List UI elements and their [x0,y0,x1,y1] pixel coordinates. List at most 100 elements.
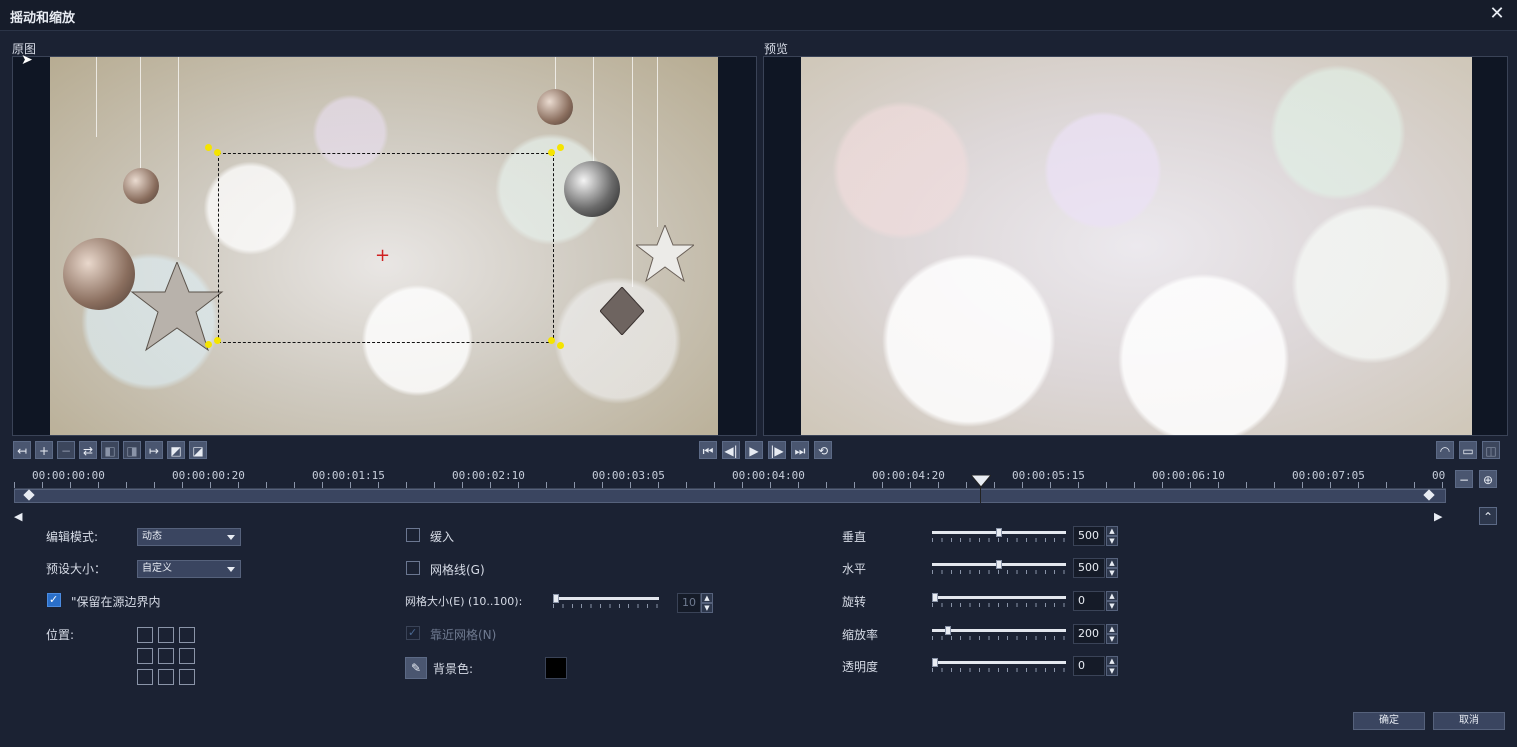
position-bottom-left[interactable] [137,669,153,685]
diamond-ornament [600,287,644,335]
gridlines-checkbox[interactable] [406,561,420,575]
timeline-tick-label: 00:00:06:10 [1152,469,1225,482]
frame-handle[interactable] [214,149,221,156]
eyedropper-icon[interactable]: ✎ [405,657,427,679]
previous-frame-icon[interactable]: ◀| [722,441,740,459]
attribute-slider[interactable] [932,593,1066,607]
paste-attributes-icon[interactable]: ◪ [189,441,207,459]
slider-value-spinner[interactable]: ▲ ▼ [1106,624,1118,644]
slider-thumb[interactable] [996,528,1002,537]
ruler-ticks [14,482,1446,488]
slider-thumb[interactable] [932,658,938,667]
attribute-slider[interactable] [932,626,1066,640]
attribute-slider[interactable] [932,560,1066,574]
window-title: 摇动和缩放 [10,11,76,26]
frame-handle[interactable] [214,337,221,344]
frame-handle[interactable] [548,337,555,344]
slider-thumb[interactable] [945,626,951,635]
position-center[interactable] [158,648,174,664]
slider-value-input[interactable]: 500 [1073,558,1105,578]
collapse-panel-icon[interactable]: ⌃ [1479,507,1497,525]
position-top-center[interactable] [158,627,174,643]
spin-down-icon[interactable]: ▼ [1106,568,1118,578]
spin-down-icon[interactable]: ▼ [1106,601,1118,611]
spin-up-icon[interactable]: ▲ [1106,656,1118,666]
slider-value-spinner[interactable]: ▲ ▼ [1106,656,1118,676]
position-bottom-center[interactable] [158,669,174,685]
ok-button[interactable]: 确定 [1353,712,1425,730]
move-keyframe-left-icon[interactable]: ◧ [101,441,119,459]
frame-handle[interactable] [205,144,212,151]
spin-up-icon[interactable]: ▲ [701,593,713,603]
position-top-left[interactable] [137,627,153,643]
spin-down-icon[interactable]: ▼ [1106,634,1118,644]
slider-value-spinner[interactable]: ▲ ▼ [1106,591,1118,611]
slider-value-spinner[interactable]: ▲ ▼ [1106,526,1118,546]
move-keyframe-right-icon[interactable]: ◨ [123,441,141,459]
gauge-icon[interactable]: ◠ [1436,441,1454,459]
frame-handle[interactable] [205,341,212,348]
add-keyframe-icon[interactable]: + [35,441,53,459]
chevron-down-icon [227,535,235,540]
position-bottom-right[interactable] [179,669,195,685]
grid-size-slider[interactable] [553,594,659,608]
play-icon[interactable]: ▶ [745,441,763,459]
zoom-in-icon[interactable]: ⊕ [1479,470,1497,488]
go-to-end-icon[interactable]: ⏭ [791,441,809,459]
scroll-left-icon[interactable]: ◀ [14,510,22,523]
slider-thumb[interactable] [996,560,1002,569]
reverse-keyframes-icon[interactable]: ⇄ [79,441,97,459]
frame-handle[interactable] [548,149,555,156]
playhead[interactable] [969,474,992,503]
zoom-out-icon[interactable]: − [1455,470,1473,488]
go-to-previous-keyframe-icon[interactable]: ↤ [13,441,31,459]
edit-mode-dropdown[interactable]: 动态 [137,528,241,546]
attribute-slider[interactable] [932,528,1066,542]
attribute-slider[interactable] [932,658,1066,672]
slider-thumb[interactable] [553,594,559,603]
copy-attributes-icon[interactable]: ◩ [167,441,185,459]
frame-center-crosshair[interactable]: + [375,247,390,265]
timeline-tick-label: 00 [1432,469,1446,482]
preset-size-dropdown[interactable]: 自定义 [137,560,241,578]
next-frame-icon[interactable]: |▶ [768,441,786,459]
frame-handle[interactable] [557,144,564,151]
grid-size-spinner[interactable]: ▲ ▼ [701,593,713,613]
slider-value-input[interactable]: 0 [1073,656,1105,676]
grid-size-input[interactable]: 10 [677,593,701,613]
go-to-start-icon[interactable]: ⏮ [699,441,717,459]
title-bar [0,0,1517,31]
monitor-icon[interactable]: ▭ [1459,441,1477,459]
delete-keyframe-icon[interactable]: − [57,441,75,459]
cancel-button[interactable]: 取消 [1433,712,1505,730]
background-color-swatch[interactable] [545,657,567,679]
position-middle-left[interactable] [137,648,153,664]
spin-down-icon[interactable]: ▼ [701,603,713,613]
keep-in-bounds-checkbox[interactable] [47,593,61,607]
position-middle-right[interactable] [179,648,195,664]
playback-controls: ⏮ ◀| ▶ |▶ ⏭ ⟲ [699,441,832,459]
slider-track [932,629,1066,632]
slider-value-input[interactable]: 0 [1073,591,1105,611]
position-top-right[interactable] [179,627,195,643]
spin-up-icon[interactable]: ▲ [1106,624,1118,634]
ease-in-checkbox[interactable] [406,528,420,542]
spin-down-icon[interactable]: ▼ [1106,666,1118,676]
spin-down-icon[interactable]: ▼ [1106,536,1118,546]
snap-to-grid-checkbox[interactable] [406,626,420,640]
spin-up-icon[interactable]: ▲ [1106,526,1118,536]
slider-thumb[interactable] [932,593,938,602]
preview-toggle-icon[interactable]: ◫ [1482,441,1500,459]
spin-up-icon[interactable]: ▲ [1106,558,1118,568]
frame-handle[interactable] [557,342,564,349]
go-to-next-keyframe-icon[interactable]: ↦ [145,441,163,459]
spin-up-icon[interactable]: ▲ [1106,591,1118,601]
scroll-right-icon[interactable]: ▶ [1434,510,1442,523]
repeat-icon[interactable]: ⟲ [814,441,832,459]
close-icon[interactable]: ✕ [1487,4,1507,24]
slider-value-input[interactable]: 500 [1073,526,1105,546]
slider-value-input[interactable]: 200 [1073,624,1105,644]
timeline-track[interactable] [14,489,1446,503]
original-viewer[interactable]: + [12,56,757,436]
slider-value-spinner[interactable]: ▲ ▼ [1106,558,1118,578]
